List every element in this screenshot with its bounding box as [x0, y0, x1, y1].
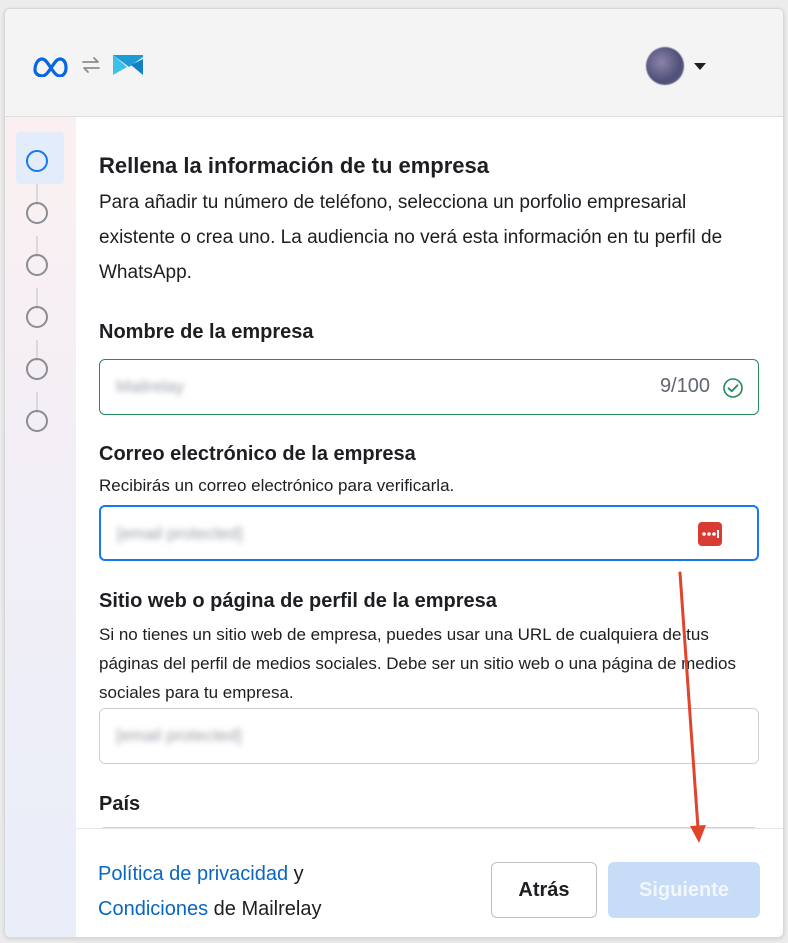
legal-and-text: y [288, 863, 304, 885]
header-bar [5, 9, 783, 117]
company-name-input[interactable]: Mailrelay 9/100 [99, 359, 759, 415]
chevron-down-icon [694, 62, 706, 70]
next-button[interactable]: Siguiente [608, 862, 760, 918]
company-website-label: Sitio web o página de perfil de la empre… [99, 590, 497, 612]
company-email-label: Correo electrónico de la empresa [99, 443, 416, 465]
footer-bar: Política de privacidad y Condiciones de … [76, 828, 783, 937]
progress-stepper [5, 117, 76, 937]
legal-company-text: de Mailrelay [208, 898, 322, 920]
legal-text: Política de privacidad y Condiciones de … [98, 857, 321, 927]
swap-icon [82, 57, 100, 73]
company-name-value: Mailrelay [116, 377, 185, 396]
header-logos [31, 51, 145, 79]
company-email-help: Recibirás un correo electrónico para ver… [99, 476, 455, 495]
step-6-circle [26, 410, 48, 432]
meta-logo-icon [33, 57, 68, 77]
step-2-circle [26, 202, 48, 224]
step-3-circle [26, 254, 48, 276]
step-1-circle [26, 150, 48, 172]
check-circle-icon [723, 378, 743, 398]
company-website-input[interactable]: [email protected] [99, 708, 759, 764]
step-5-circle [26, 358, 48, 380]
company-name-label: Nombre de la empresa [99, 321, 314, 343]
signup-dialog: Rellena la información de tu empresa Par… [4, 8, 784, 938]
company-website-value: [email protected] [116, 726, 242, 745]
country-label: País [99, 793, 141, 815]
page-description: Para añadir tu número de teléfono, selec… [99, 192, 723, 283]
mailrelay-logo-icon [113, 55, 143, 75]
company-website-help: Si no tienes un sitio web de empresa, pu… [99, 625, 736, 702]
company-email-input[interactable]: [email protected] [99, 505, 759, 561]
privacy-policy-link[interactable]: Política de privacidad [98, 863, 288, 885]
password-manager-icon[interactable] [697, 521, 723, 547]
step-4-circle [26, 306, 48, 328]
char-counter: 9/100 [659, 375, 710, 397]
company-email-value: [email protected] [117, 524, 243, 543]
terms-link[interactable]: Condiciones [98, 898, 208, 920]
back-button[interactable]: Atrás [491, 862, 597, 918]
avatar [646, 47, 684, 85]
account-menu[interactable] [646, 47, 706, 85]
page-title: Rellena la información de tu empresa [99, 153, 490, 178]
